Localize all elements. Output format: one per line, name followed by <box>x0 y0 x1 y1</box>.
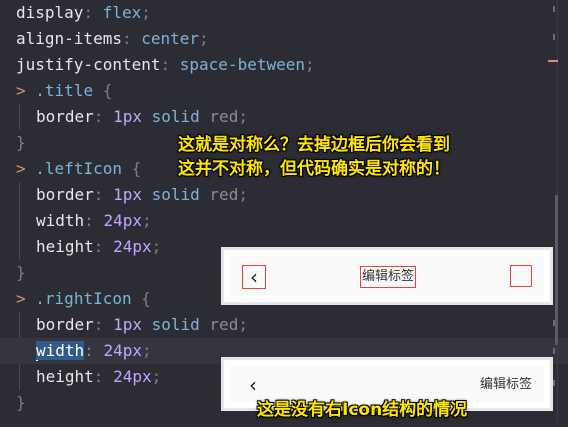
back-chevron-icon[interactable]: ‹ <box>242 265 266 289</box>
preview-navbar: ‹ 编辑标签 <box>230 256 544 296</box>
back-chevron-icon[interactable]: ‹ <box>242 374 264 396</box>
code-line: } <box>16 263 26 282</box>
nesting-arrow: > <box>16 289 26 308</box>
code-line: width: 24px; <box>36 211 152 230</box>
navbar-title: 编辑标签 <box>479 377 532 392</box>
code-line: display: flex; <box>16 3 151 22</box>
code-line: border: 1px solid red; <box>36 107 248 126</box>
caption-line-3: 这是没有右Icon结构的情况 <box>257 400 468 420</box>
nesting-arrow: > <box>16 159 26 178</box>
right-icon-box[interactable] <box>510 265 532 287</box>
minimap-marker <box>553 348 555 354</box>
code-line: justify-content: space-between; <box>16 55 315 74</box>
minimap-marker <box>553 380 555 386</box>
indent-guide <box>19 182 20 260</box>
code-line: border: 1px solid red; <box>36 185 248 204</box>
code-line: height: 24px; <box>36 237 162 256</box>
minimap-marker <box>553 6 555 12</box>
preview-navbar: ‹ 编辑标签 <box>230 366 544 402</box>
code-line: align-items: center; <box>16 29 209 48</box>
code-line: } <box>16 133 26 152</box>
indent-guide <box>19 104 20 130</box>
navbar-title: 编辑标签 <box>360 266 417 288</box>
code-line: > .leftIcon { <box>16 159 142 178</box>
code-line: height: 24px; <box>36 367 162 386</box>
caption-line-2: 这并不对称，但代码确实是对称的！ <box>178 159 450 179</box>
minimap-change-marker <box>548 60 558 62</box>
code-line: > .title { <box>16 81 113 100</box>
minimap-marker <box>553 320 555 326</box>
minimap-marker <box>553 34 555 40</box>
scrollbar-thumb[interactable] <box>555 195 558 345</box>
caption-line-1: 这就是对称么？去掉边框后你会看到 <box>178 135 450 155</box>
preview-with-borders: ‹ 编辑标签 <box>224 250 550 302</box>
nesting-arrow: > <box>16 81 26 100</box>
code-line: border: 1px solid red; <box>36 315 248 334</box>
code-line: > .rightIcon { <box>16 289 151 308</box>
code-line: } <box>16 393 26 412</box>
